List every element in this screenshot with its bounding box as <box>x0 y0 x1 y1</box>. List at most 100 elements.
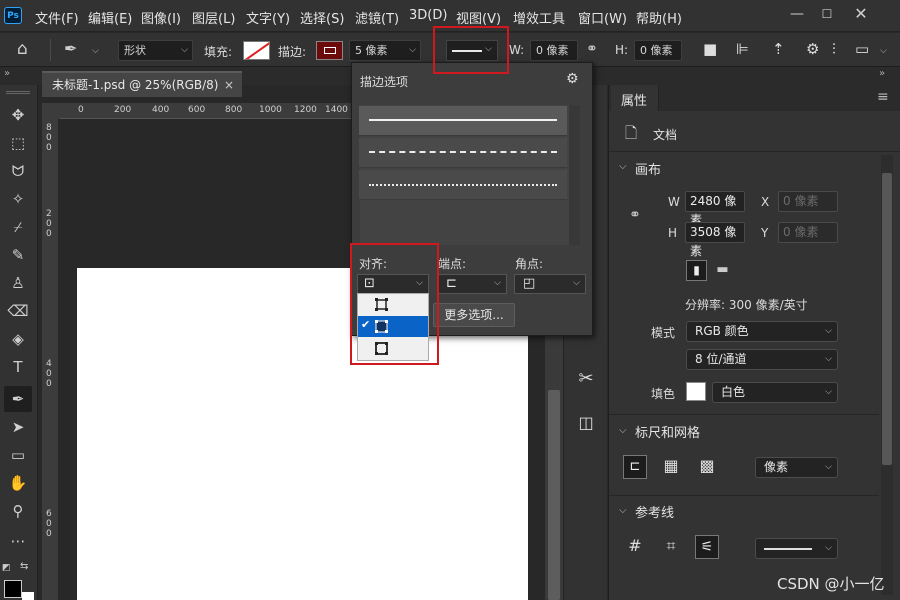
width-field[interactable]: 0 像素 <box>530 40 578 61</box>
corners-dropdown[interactable]: ◰ ⌵ <box>514 274 586 294</box>
guides-icon[interactable]: # <box>623 535 647 559</box>
canvas-width-field[interactable]: 2480 像素 <box>685 191 745 227</box>
canvas-height-field[interactable]: 3508 像素 <box>685 222 745 258</box>
scrollbar-thumb[interactable] <box>882 173 892 465</box>
hand-tool-icon[interactable]: ✋ <box>4 470 32 496</box>
menu-plugins[interactable]: 增效工具 <box>513 8 565 27</box>
stroke-swatch[interactable] <box>316 41 343 60</box>
chevron-down-icon[interactable]: ⌵ <box>880 46 887 56</box>
fill-color-swatch[interactable] <box>686 382 706 401</box>
rectangle-tool-icon[interactable]: ▭ <box>4 442 32 468</box>
dotted-stroke-option[interactable] <box>359 170 567 200</box>
foreground-color-swatch[interactable] <box>4 580 22 598</box>
menu-image[interactable]: 图像(I) <box>141 8 181 27</box>
dashed-stroke-option[interactable] <box>359 138 567 168</box>
lock-guides-icon[interactable]: ⌗ <box>659 535 683 559</box>
lasso-tool-icon[interactable]: ᗢ <box>4 158 32 184</box>
more-tools-icon[interactable]: ⋯ <box>4 528 32 554</box>
fill-color-select[interactable]: 白色 ⌵ <box>712 382 838 403</box>
menu-edit[interactable]: 编辑(E) <box>88 8 132 27</box>
ruler-units-select[interactable]: 像素 ⌵ <box>755 457 838 478</box>
path-operations-icon[interactable]: ■ <box>703 40 717 58</box>
path-alignment-icon[interactable]: ⊫ <box>736 40 749 58</box>
presets-scrollbar[interactable] <box>569 105 580 245</box>
canvas-height-label: H <box>668 226 678 240</box>
close-tab-icon[interactable]: × <box>224 73 234 97</box>
scrollbar-thumb[interactable] <box>548 390 560 600</box>
guide-style-select[interactable]: ⌵ <box>755 538 838 559</box>
ruler-icon[interactable]: ⊏ <box>623 455 647 479</box>
menu-file[interactable]: 文件(F) <box>35 8 79 27</box>
settings-icon[interactable]: ⚙ <box>566 71 579 87</box>
pixel-grid-icon[interactable]: ▩ <box>695 455 719 479</box>
move-tool-icon[interactable]: ✥ <box>4 102 32 128</box>
menu-type[interactable]: 文字(Y) <box>246 8 290 27</box>
portrait-orientation-icon[interactable]: ▮ <box>686 260 707 281</box>
pen-tool-icon[interactable]: ✒ <box>64 39 77 58</box>
collapse-icon[interactable]: ⌵ <box>619 425 627 436</box>
height-field[interactable]: 0 像素 <box>634 40 682 61</box>
swap-colors-icon[interactable]: ⇆ <box>20 561 28 572</box>
collapse-icon[interactable]: ⌵ <box>619 161 627 172</box>
document-tab[interactable]: 未标题-1.psd @ 25%(RGB/8) × <box>42 71 242 97</box>
marquee-tool-icon[interactable]: ⬚ <box>4 130 32 156</box>
menu-3d[interactable]: 3D(D) <box>409 8 447 23</box>
menu-filter[interactable]: 滤镜(T) <box>355 8 399 27</box>
tab-properties[interactable]: 属性 <box>611 85 659 111</box>
solid-stroke-option[interactable] <box>359 106 567 136</box>
menu-layer[interactable]: 图层(L) <box>192 8 235 27</box>
chevron-down-icon[interactable]: ⌵ <box>92 46 99 56</box>
stamp-tool-icon[interactable]: ♙ <box>4 270 32 296</box>
panel-menu-icon[interactable]: ≡ <box>877 89 889 105</box>
expand-panel-icon[interactable]: » <box>879 68 885 79</box>
color-mode-select[interactable]: RGB 颜色 ⌵ <box>686 321 838 342</box>
zoom-tool-icon[interactable]: ⚲ <box>4 498 32 524</box>
path-select-icon[interactable]: ➤ <box>4 414 32 440</box>
watermark: CSDN @小一亿 <box>777 575 885 593</box>
expand-panel-icon[interactable]: » <box>4 68 10 79</box>
eyedropper-icon[interactable]: ⌿ <box>4 214 32 240</box>
settings-icon[interactable]: ⚙ <box>806 40 819 58</box>
magic-wand-icon[interactable]: ✧ <box>4 186 32 212</box>
brush-tool-icon[interactable]: ✎ <box>4 242 32 268</box>
tool-mode-select[interactable]: 形状 ⌵ <box>118 40 193 61</box>
menu-select[interactable]: 选择(S) <box>300 8 344 27</box>
tools-panel: ✥ ⬚ ᗢ ✧ ⌿ ✎ ♙ ⌫ ◈ T ✒ ➤ ▭ ✋ ⚲ ⋯ ◩ ⇆ <box>0 85 38 600</box>
eraser-tool-icon[interactable]: ⌫ <box>4 298 32 324</box>
popup-title: 描边选项 <box>360 75 409 89</box>
stroke-width-field[interactable]: 5 像素 ⌵ <box>349 40 421 61</box>
frame-icon[interactable]: ◫ <box>572 409 600 437</box>
type-tool-icon[interactable]: T <box>4 354 32 380</box>
landscape-orientation-icon[interactable]: ▬ <box>712 260 733 281</box>
fill-swatch[interactable] <box>243 41 270 60</box>
guides-section-title: 参考线 <box>635 506 675 521</box>
solid-line-icon <box>369 119 557 121</box>
ruler-tick: 600 <box>188 105 206 115</box>
link-icon[interactable]: ⚭ <box>586 41 598 57</box>
smart-guides-icon[interactable]: ⚟ <box>695 535 719 559</box>
panel-toggle-icon[interactable]: ▭ <box>855 40 869 58</box>
align-edges-icon[interactable]: ⫶ <box>832 40 836 58</box>
maximize-icon[interactable]: ☐ <box>819 6 835 22</box>
default-colors-icon[interactable]: ◩ <box>2 563 14 573</box>
menu-view[interactable]: 视图(V) <box>456 8 501 27</box>
link-icon[interactable]: ⚭ <box>629 207 641 223</box>
tools-icon[interactable]: ✂ <box>572 365 600 393</box>
mode-label: 模式 <box>651 326 676 340</box>
paint-bucket-icon[interactable]: ◈ <box>4 326 32 352</box>
canvas-x-field: 0 像素 <box>778 191 838 212</box>
pen-tool-icon[interactable]: ✒ <box>4 386 32 412</box>
collapse-icon[interactable]: ⌵ <box>619 505 627 516</box>
background-color-swatch[interactable] <box>22 592 34 600</box>
caps-dropdown[interactable]: ⊏ ⌵ <box>437 274 507 294</box>
menu-window[interactable]: 窗口(W) <box>578 8 627 27</box>
bit-depth-select[interactable]: 8 位/通道 ⌵ <box>686 349 838 370</box>
ruler-tick: 0 <box>78 105 84 115</box>
home-icon[interactable]: ⌂ <box>17 39 28 59</box>
minimize-icon[interactable]: — <box>789 6 805 22</box>
menu-help[interactable]: 帮助(H) <box>636 8 682 27</box>
grid-icon[interactable]: ▦ <box>659 455 683 479</box>
path-arrangement-icon[interactable]: ⇡ <box>772 40 785 58</box>
more-options-button[interactable]: 更多选项... <box>433 303 515 327</box>
close-icon[interactable]: ✕ <box>853 6 869 22</box>
